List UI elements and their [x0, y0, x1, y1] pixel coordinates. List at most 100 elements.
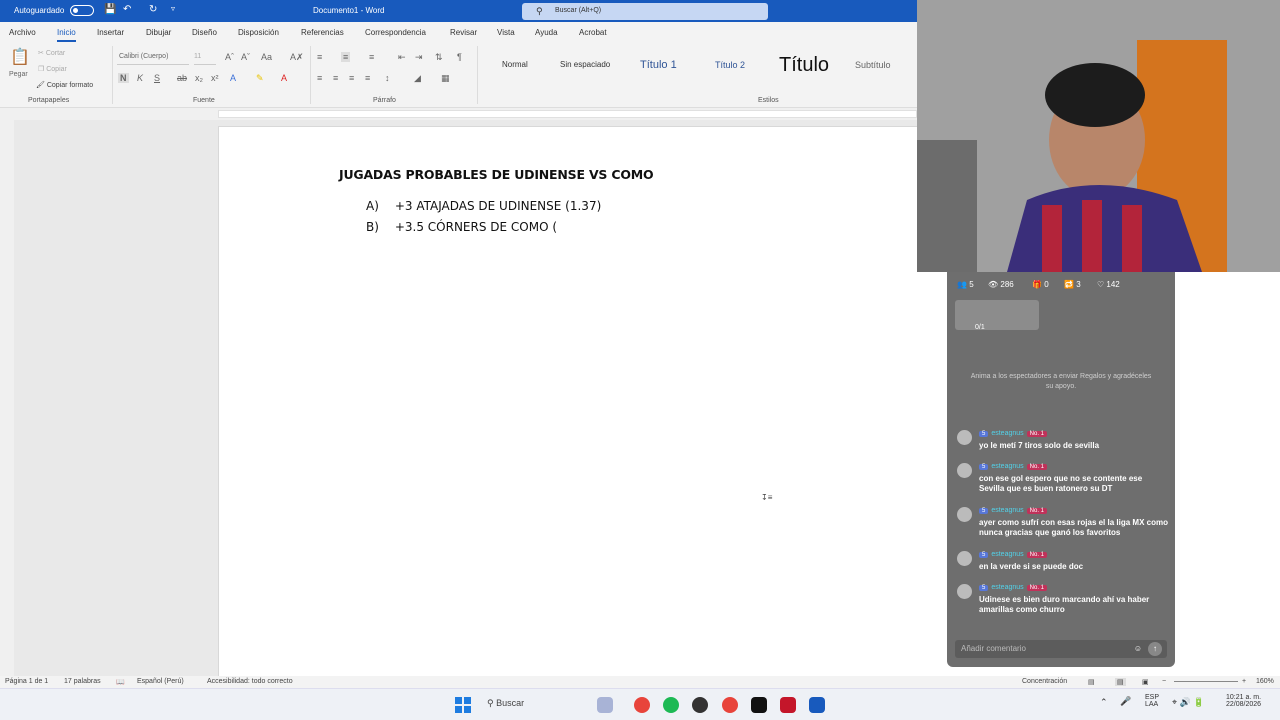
search-box[interactable]: ⚲ Buscar (Alt+Q): [522, 3, 768, 20]
tray-chevron-icon[interactable]: ⌃: [1100, 697, 1108, 708]
borders-icon[interactable]: ▦: [441, 73, 450, 84]
avatar[interactable]: [957, 430, 972, 445]
justify-icon[interactable]: ≡: [365, 73, 370, 83]
tab-revisar[interactable]: Revisar: [450, 28, 477, 37]
tab-referencias[interactable]: Referencias: [301, 28, 344, 37]
word-icon[interactable]: [809, 697, 825, 713]
gift-goal-box[interactable]: [955, 300, 1039, 330]
underline-icon[interactable]: S: [154, 73, 160, 83]
font-size-select[interactable]: 11: [194, 53, 216, 65]
chrome-icon[interactable]: [634, 697, 650, 713]
change-case-icon[interactable]: Aa: [261, 52, 272, 62]
style-subtitulo[interactable]: Subtítulo: [855, 60, 891, 70]
shrink-font-icon[interactable]: Aˇ: [241, 52, 250, 62]
bullets-icon[interactable]: ≡: [317, 52, 322, 62]
undo-icon[interactable]: ↶: [123, 4, 131, 15]
style-normal[interactable]: Normal: [502, 60, 528, 69]
cut-button[interactable]: ✂ Cortar: [38, 49, 65, 57]
style-titulo[interactable]: Título: [779, 54, 829, 77]
avatar[interactable]: [957, 507, 972, 522]
mic-icon[interactable]: 🎤: [1120, 696, 1131, 707]
document-page[interactable]: JUGADAS PROBABLES DE UDINENSE VS COMO A)…: [218, 126, 917, 676]
clear-format-icon[interactable]: A✗: [290, 52, 304, 63]
text-effects-icon[interactable]: A: [230, 73, 236, 83]
tab-ayuda[interactable]: Ayuda: [535, 28, 558, 37]
viewers-stat[interactable]: 👁 286: [988, 280, 1014, 289]
tab-inicio[interactable]: Inicio: [57, 28, 76, 42]
avatar[interactable]: [957, 463, 972, 478]
web-layout-icon[interactable]: ▣: [1142, 678, 1149, 686]
members-stat[interactable]: 👥 5: [957, 280, 974, 289]
tab-insertar[interactable]: Insertar: [97, 28, 124, 37]
read-mode-icon[interactable]: ▤: [1088, 678, 1095, 686]
customize-qat-icon[interactable]: ▿: [171, 4, 175, 13]
acrobat-icon[interactable]: [780, 697, 796, 713]
language-status[interactable]: Español (Perú): [137, 678, 184, 685]
redo-icon[interactable]: ↻: [149, 4, 157, 15]
style-sin-espaciado[interactable]: Sin espaciado: [560, 60, 610, 69]
tab-disposicion[interactable]: Disposición: [238, 28, 279, 37]
numbering-icon[interactable]: ≡: [341, 52, 351, 62]
proofing-icon[interactable]: 📖: [116, 678, 125, 686]
align-center-icon[interactable]: ≡: [333, 73, 338, 83]
multilevel-list-icon[interactable]: ≡: [369, 52, 374, 62]
autosave-toggle[interactable]: [70, 5, 94, 16]
network-volume-icons[interactable]: ⌖ 🔊 🔋: [1172, 697, 1204, 708]
accessibility-status[interactable]: Accesibilidad: todo correcto: [207, 678, 293, 685]
comment-username[interactable]: esteagnus: [991, 463, 1023, 470]
tab-diseno[interactable]: Diseño: [192, 28, 217, 37]
focus-mode[interactable]: Concentración: [1022, 678, 1067, 685]
emoji-icon[interactable]: ☺: [1131, 642, 1145, 656]
spotify-icon[interactable]: [663, 697, 679, 713]
shading-icon[interactable]: ◢: [414, 73, 421, 84]
comment-username[interactable]: esteagnus: [991, 551, 1023, 558]
subscript-icon[interactable]: x₂: [195, 73, 203, 83]
gifts-stat[interactable]: 🎁 0: [1032, 280, 1049, 289]
pilcrow-icon[interactable]: ¶: [457, 52, 462, 62]
send-icon[interactable]: ↑: [1148, 642, 1162, 656]
tab-acrobat[interactable]: Acrobat: [579, 28, 607, 37]
comment-username[interactable]: esteagnus: [991, 507, 1023, 514]
zoom-level[interactable]: 160%: [1256, 678, 1274, 685]
page-count[interactable]: Página 1 de 1: [5, 678, 48, 685]
tab-correspondencia[interactable]: Correspondencia: [365, 28, 426, 37]
tab-dibujar[interactable]: Dibujar: [146, 28, 171, 37]
zoom-out-icon[interactable]: −: [1162, 678, 1166, 685]
increase-indent-icon[interactable]: ⇥: [415, 52, 423, 63]
highlight-icon[interactable]: ✎: [256, 73, 264, 84]
font-name-select[interactable]: Calibri (Cuerpo): [117, 53, 189, 65]
paste-icon[interactable]: 📋: [10, 47, 30, 67]
decrease-indent-icon[interactable]: ⇤: [398, 52, 406, 63]
chrome-profile-icon[interactable]: [722, 697, 738, 713]
horizontal-ruler[interactable]: [0, 108, 917, 120]
superscript-icon[interactable]: x²: [211, 73, 219, 83]
clock[interactable]: 10:21 a. m. 22/08/2026: [1226, 694, 1261, 708]
obs-icon[interactable]: [692, 697, 708, 713]
taskbar-search[interactable]: ⚲ Buscar: [487, 698, 524, 709]
bold-icon[interactable]: N: [118, 73, 129, 83]
shares-stat[interactable]: 🔁 3: [1064, 280, 1081, 289]
style-titulo-2[interactable]: Título 2: [715, 60, 745, 70]
language-indicator[interactable]: ESP LAA: [1145, 694, 1159, 708]
widgets-icon[interactable]: [597, 697, 613, 713]
font-color-icon[interactable]: A: [281, 73, 287, 83]
italic-icon[interactable]: K: [137, 73, 143, 83]
zoom-in-icon[interactable]: +: [1242, 678, 1246, 685]
avatar[interactable]: [957, 551, 972, 566]
tab-vista[interactable]: Vista: [497, 28, 515, 37]
tab-archivo[interactable]: Archivo: [9, 28, 36, 37]
sort-icon[interactable]: ⇅: [435, 52, 443, 63]
zoom-slider[interactable]: [1174, 681, 1238, 682]
line-spacing-icon[interactable]: ↕: [385, 73, 390, 83]
tiktok-icon[interactable]: [751, 697, 767, 713]
word-count[interactable]: 17 palabras: [64, 678, 101, 685]
comment-input[interactable]: Añadir comentario ☺ ↑: [955, 640, 1167, 658]
avatar[interactable]: [957, 584, 972, 599]
windows-start-icon[interactable]: [455, 697, 471, 713]
likes-stat[interactable]: ♡ 142: [1097, 280, 1120, 289]
style-titulo-1[interactable]: Título 1: [640, 59, 677, 71]
print-layout-icon[interactable]: ▤: [1115, 678, 1126, 686]
align-right-icon[interactable]: ≡: [349, 73, 354, 83]
strikethrough-icon[interactable]: ab: [177, 73, 187, 83]
copy-button[interactable]: ❐ Copiar: [38, 65, 67, 73]
